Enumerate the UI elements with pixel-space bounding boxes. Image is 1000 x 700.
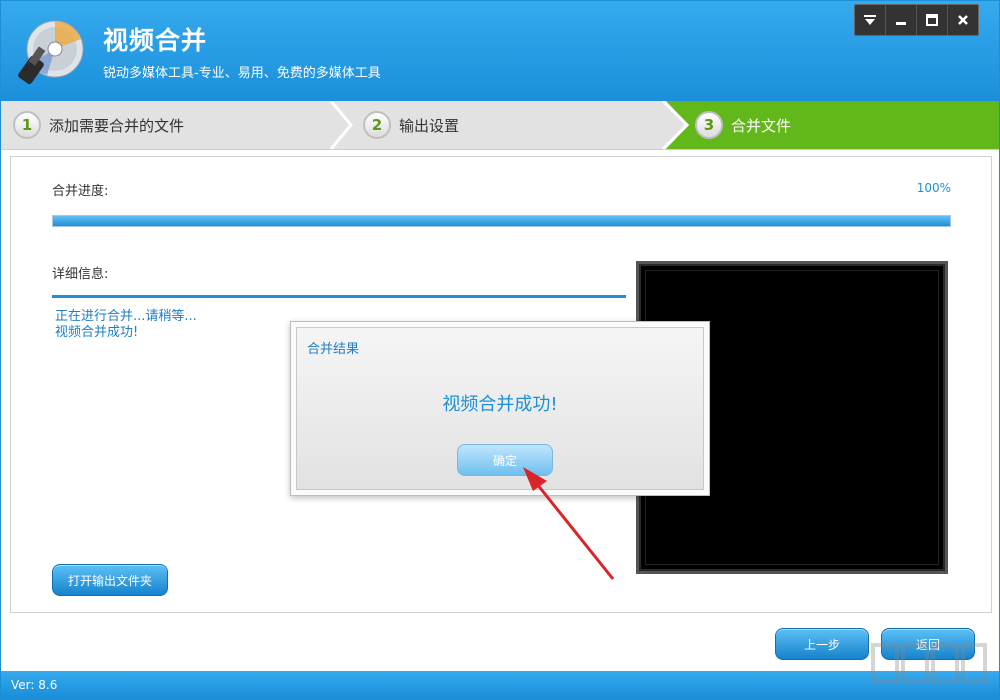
step-number: 1 — [13, 111, 41, 139]
red-arrow-annotation-icon — [523, 467, 615, 580]
progress-fill — [53, 216, 950, 226]
watermark-logo-icon — [871, 643, 987, 683]
maximize-icon — [926, 14, 938, 26]
step-output-settings[interactable]: 2 输出设置 — [363, 101, 459, 149]
cd-video-logo-icon — [18, 20, 84, 85]
step-label: 合并文件 — [731, 116, 792, 135]
title-bar: 视频合并 锐动多媒体工具-专业、易用、免费的多媒体工具 — [1, 1, 999, 101]
details-divider — [52, 295, 626, 298]
minimize-button[interactable] — [886, 5, 917, 35]
progress-percent: 100% — [916, 181, 951, 195]
close-icon — [958, 15, 968, 25]
open-output-folder-button[interactable]: 打开输出文件夹 — [52, 564, 168, 596]
step-merge-files[interactable]: 3 合并文件 — [695, 101, 791, 149]
log-line: 视频合并成功! — [55, 325, 139, 340]
step-number: 3 — [695, 111, 723, 139]
step-add-files[interactable]: 1 添加需要合并的文件 — [13, 101, 184, 149]
close-button[interactable] — [948, 5, 978, 35]
menu-button[interactable] — [855, 5, 886, 35]
minimize-icon — [896, 22, 906, 25]
version-label: Ver: 8.6 — [11, 678, 58, 692]
app-window: 视频合并 锐动多媒体工具-专业、易用、免费的多媒体工具 1 添加需要合并的文件 … — [0, 0, 1000, 700]
step-label: 输出设置 — [399, 116, 460, 135]
step-number: 2 — [363, 111, 391, 139]
merge-result-dialog: 合并结果 视频合并成功! 确定 — [290, 321, 710, 496]
maximize-button[interactable] — [917, 5, 948, 35]
dialog-title: 合并结果 — [307, 342, 360, 357]
details-label: 详细信息: — [52, 267, 109, 282]
dialog-body: 合并结果 视频合并成功! 确定 — [296, 327, 704, 490]
dialog-message: 视频合并成功! — [442, 394, 558, 415]
step-bar: 1 添加需要合并的文件 2 输出设置 3 合并文件 — [1, 101, 999, 150]
previous-step-button[interactable]: 上一步 — [775, 628, 869, 660]
status-bar: Ver: 8.6 — [1, 671, 999, 699]
menu-icon — [864, 15, 876, 25]
app-title: 视频合并 — [103, 26, 208, 55]
details-log: 正在进行合并...请稍等... 视频合并成功! — [55, 309, 197, 341]
app-subtitle: 锐动多媒体工具-专业、易用、免费的多媒体工具 — [103, 66, 381, 81]
progress-label: 合并进度: — [52, 184, 109, 199]
window-controls — [854, 4, 979, 36]
progress-bar — [52, 215, 951, 227]
log-line: 正在进行合并...请稍等... — [55, 309, 197, 324]
step-label: 添加需要合并的文件 — [49, 116, 185, 135]
